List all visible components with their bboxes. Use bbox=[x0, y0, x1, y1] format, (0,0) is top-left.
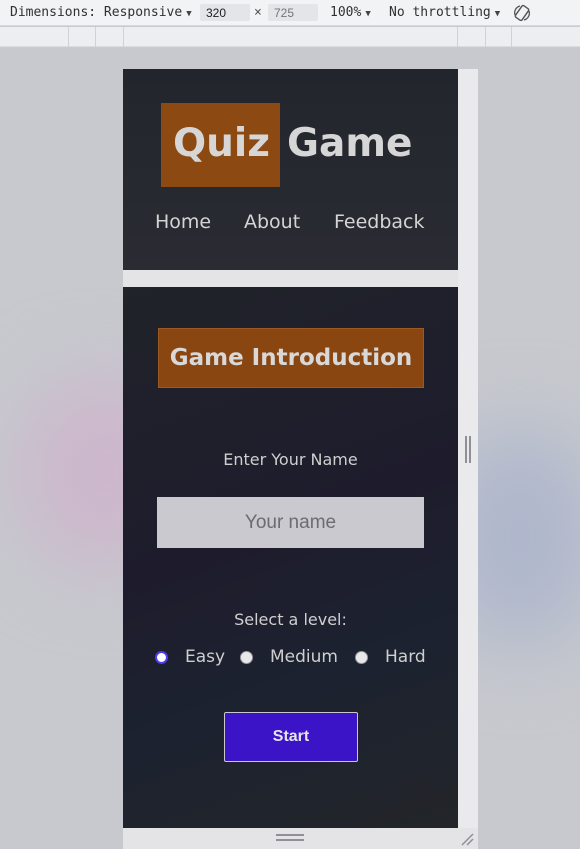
radio-label-easy: Easy bbox=[185, 647, 226, 667]
intro-title-box: Game Introduction bbox=[158, 328, 424, 388]
nav-about[interactable]: About bbox=[244, 211, 300, 233]
name-label: Enter Your Name bbox=[223, 450, 358, 469]
ruler-tick bbox=[485, 27, 486, 47]
zoom-select[interactable]: 100% ▼ bbox=[330, 5, 371, 20]
zoom-label: 100% bbox=[330, 5, 362, 20]
level-label: Select a level: bbox=[234, 610, 347, 629]
logo-word-game: Game bbox=[287, 121, 413, 166]
throttling-select[interactable]: No throttling ▼ bbox=[389, 5, 500, 20]
ruler-tick bbox=[511, 27, 512, 47]
resize-corner-icon[interactable] bbox=[459, 831, 475, 847]
radio-medium[interactable] bbox=[240, 651, 253, 664]
resize-handle-bottom[interactable] bbox=[276, 834, 304, 841]
nav-home[interactable]: Home bbox=[155, 211, 211, 233]
media-query-ruler bbox=[0, 27, 580, 47]
chevron-down-icon: ▼ bbox=[186, 9, 192, 19]
dimensions-select[interactable]: Dimensions: Responsive ▼ bbox=[10, 5, 192, 20]
site-header: Quiz Game Home About Feedback bbox=[123, 69, 458, 270]
nav-feedback[interactable]: Feedback bbox=[334, 211, 424, 233]
ruler-tick bbox=[457, 27, 458, 47]
devtools-toolbar: Dimensions: Responsive▼ × 100%▼ No throt… bbox=[0, 0, 580, 26]
chevron-down-icon: ▼ bbox=[494, 9, 501, 19]
width-input[interactable] bbox=[200, 4, 250, 21]
resize-handle-right[interactable] bbox=[465, 436, 471, 463]
rotate-icon[interactable] bbox=[512, 3, 532, 23]
chevron-down-icon: ▼ bbox=[365, 9, 371, 19]
times-symbol: × bbox=[254, 5, 262, 20]
ruler-tick bbox=[95, 27, 96, 47]
ruler-tick bbox=[68, 27, 69, 47]
start-button[interactable]: Start bbox=[224, 712, 358, 762]
radio-easy[interactable] bbox=[155, 651, 168, 664]
ruler-tick bbox=[123, 27, 124, 47]
intro-title: Game Introduction bbox=[169, 345, 413, 371]
dimensions-label: Dimensions: Responsive bbox=[10, 5, 183, 20]
height-input[interactable] bbox=[268, 4, 318, 21]
radio-hard[interactable] bbox=[355, 651, 368, 664]
game-intro-section: Game Introduction Enter Your Name Select… bbox=[123, 287, 458, 828]
radio-label-hard: Hard bbox=[385, 647, 426, 667]
logo-word-quiz: Quiz bbox=[173, 121, 270, 166]
throttling-label: No throttling bbox=[389, 5, 491, 20]
name-input[interactable] bbox=[157, 497, 424, 548]
radio-label-medium: Medium bbox=[270, 647, 338, 667]
